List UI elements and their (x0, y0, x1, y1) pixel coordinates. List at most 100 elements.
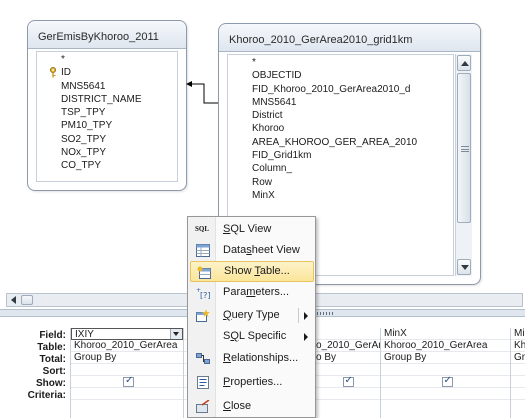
grid-column[interactable]: IXIY Khoroo_2010_GerArea Group By (70, 328, 183, 418)
field-item[interactable]: NOx_TPY (37, 146, 177, 159)
sort-cell[interactable] (381, 364, 510, 376)
scroll-thumb[interactable] (457, 73, 471, 223)
field-item[interactable]: PM10_TPY (37, 119, 177, 132)
field-item[interactable]: AREA_KHOROO_GER_AREA_2010 (228, 136, 453, 149)
field-item[interactable]: SO2_TPY (37, 133, 177, 146)
menu-item-properties[interactable]: Properties... (190, 372, 314, 393)
field-item[interactable]: Khoroo (228, 122, 453, 135)
scroll-down-button[interactable] (457, 259, 471, 275)
field-list[interactable]: * ID MNS5641 DISTRICT_NAME TSP_TPY PM10_… (36, 51, 178, 182)
table-title[interactable]: Khoroo_2010_GerArea2010_grid1km (219, 24, 480, 52)
field-item[interactable]: FID_Grid1km (228, 149, 453, 162)
criteria-cell[interactable] (313, 388, 380, 400)
grid-row-labels: Field: Table: Total: Sort: Show: Criteri… (0, 330, 68, 402)
total-cell[interactable]: o By (313, 352, 380, 364)
criteria-cell[interactable] (511, 388, 525, 400)
arrow-up-icon (461, 61, 469, 66)
arrow-down-icon (461, 265, 469, 270)
show-checkbox[interactable] (441, 376, 453, 387)
menu-item-label: Para (223, 286, 247, 298)
datasheet-icon (196, 244, 210, 257)
field-cell[interactable]: MinY (511, 328, 525, 340)
parameters-icon: + [?] (196, 287, 210, 299)
show-cell[interactable] (381, 376, 510, 388)
field-item[interactable]: MNS5641 (37, 80, 177, 93)
field-item[interactable]: DISTRICT_NAME (37, 93, 177, 106)
field-item[interactable]: Row (228, 176, 453, 189)
menu-item-parameters[interactable]: + [?] Parameters... (190, 282, 314, 303)
field-item[interactable]: * (37, 53, 177, 66)
total-cell[interactable]: Grou (511, 352, 525, 364)
menu-item-label: able... (259, 265, 290, 277)
field-item[interactable]: * (228, 56, 453, 69)
grip-icon (461, 146, 469, 152)
scroll-left-icon[interactable] (8, 295, 20, 305)
criteria-cell[interactable] (71, 388, 183, 400)
menu-item-datasheet-view[interactable]: Datasheet View (190, 240, 314, 261)
field-item[interactable]: District (228, 109, 453, 122)
table-window-geremis[interactable]: GerEmisByKhoroo_2011 * ID MNS5641 DISTRI… (27, 20, 187, 191)
field-item[interactable]: OBJECTID (228, 69, 453, 82)
menu-item-label: uery Type (231, 309, 280, 321)
field-item[interactable]: CO_TPY (37, 159, 177, 172)
menu-item-label: QL View (230, 223, 272, 235)
menu-item-accelerator: R (223, 352, 231, 364)
field-cell[interactable]: IXIY (71, 328, 183, 340)
field-value: IXIY (75, 329, 94, 340)
table-title[interactable]: GerEmisByKhoroo_2011 (28, 21, 186, 49)
show-cell[interactable] (511, 376, 525, 388)
criteria-cell[interactable] (381, 388, 510, 400)
menu-item-label: heet View (251, 244, 300, 256)
field-item[interactable]: FID_Khoroo_2010_GerArea2010_d (228, 83, 453, 96)
menu-item-label: elationships... (230, 352, 299, 364)
table-cell[interactable]: Khoroo_2010_GerArea (71, 340, 183, 352)
menu-item-label: Data (223, 244, 247, 256)
scroll-thumb[interactable] (21, 295, 33, 305)
field-item[interactable]: MNS5641 (228, 96, 453, 109)
scroll-up-button[interactable] (457, 55, 471, 71)
total-cell[interactable]: Group By (71, 352, 183, 364)
context-menu[interactable]: SQL SQL View Datasheet View Show Table..… (187, 216, 316, 418)
field-item-primary-key[interactable]: ID (37, 66, 177, 79)
field-cell[interactable] (313, 328, 380, 340)
menu-item-show-table[interactable]: Show Table... (190, 261, 314, 282)
grid-column[interactable]: o_2010_GerArea o By (312, 328, 380, 418)
properties-icon (197, 376, 209, 389)
show-cell[interactable] (313, 376, 380, 388)
row-label: Table: (37, 342, 66, 353)
row-label: Criteria: (27, 390, 66, 401)
menu-item-label: eters... (255, 286, 290, 298)
svg-text:[?]: [?] (200, 291, 210, 299)
show-checkbox[interactable] (123, 376, 134, 387)
sort-cell[interactable] (313, 364, 380, 376)
menu-item-label: L Specific (238, 330, 287, 342)
grid-column[interactable]: MinY Khor Grou (510, 328, 525, 418)
menu-item-sql-view[interactable]: SQL SQL View (190, 219, 314, 240)
show-cell[interactable] (71, 376, 183, 388)
dropdown-arrow-icon[interactable] (170, 329, 182, 339)
field-cell[interactable]: MinX (381, 328, 510, 340)
table-cell[interactable]: Khoroo_2010_GerArea (381, 340, 510, 352)
row-label: Show: (36, 378, 66, 389)
field-item[interactable]: MinX (228, 189, 453, 202)
menu-item-relationships[interactable]: Relationships... (190, 348, 314, 369)
grid-column[interactable]: MinX Khoroo_2010_GerArea Group By (380, 328, 510, 418)
close-icon (196, 400, 210, 413)
total-cell[interactable]: Group By (381, 352, 510, 364)
table-cell[interactable]: o_2010_GerArea (313, 340, 380, 352)
field-item[interactable]: Column_ (228, 162, 453, 175)
sort-cell[interactable] (71, 364, 183, 376)
field-label: ID (61, 67, 71, 79)
menu-item-label: roperties... (230, 376, 283, 388)
field-list-scrollbar[interactable] (455, 54, 472, 276)
menu-item-sql-specific[interactable]: SQL Specific (190, 326, 314, 347)
menu-item-close[interactable]: Close (190, 396, 314, 417)
sort-cell[interactable] (511, 364, 525, 376)
menu-item-separator (298, 308, 299, 323)
row-label: Total: (39, 354, 66, 365)
show-checkbox[interactable] (342, 376, 354, 387)
field-item[interactable]: TSP_TPY (37, 106, 177, 119)
menu-item-query-type[interactable]: Query Type (190, 305, 314, 326)
table-cell[interactable]: Khor (511, 340, 525, 352)
submenu-arrow-icon (304, 333, 308, 341)
